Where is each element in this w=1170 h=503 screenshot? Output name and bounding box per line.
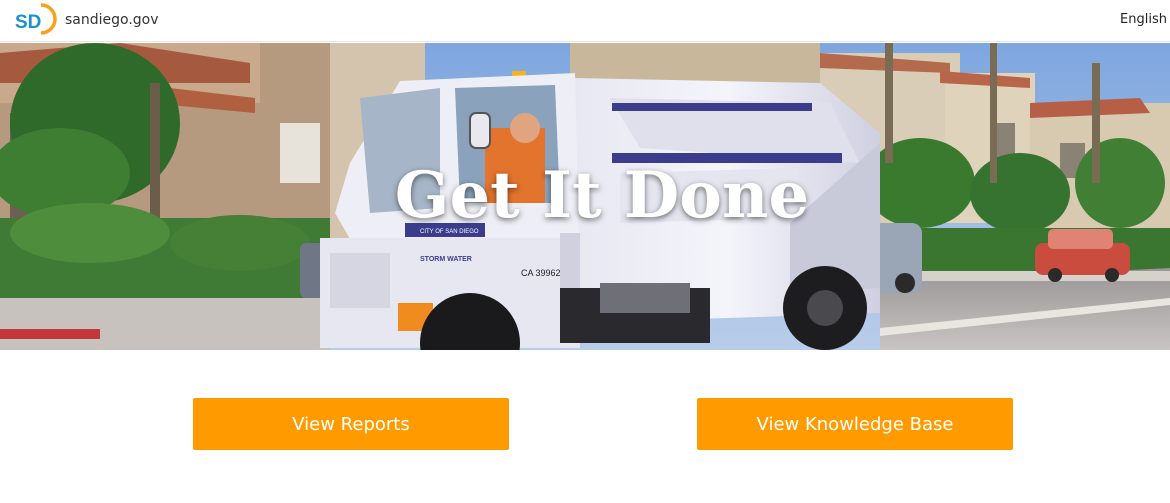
view-knowledge-base-button[interactable]: View Knowledge Base [697, 398, 1013, 450]
logo-text: SD [15, 12, 41, 33]
truck-plate-text: CA 39962 [521, 268, 561, 278]
site-name-link[interactable]: sandiego.gov [65, 12, 159, 28]
sd-logo[interactable]: SD [14, 3, 58, 35]
language-selector[interactable]: English [1120, 12, 1167, 27]
hero-title: Get It Done [394, 158, 810, 233]
truck-department-text: STORM WATER [420, 256, 472, 263]
view-reports-button[interactable]: View Reports [193, 398, 509, 450]
hero-banner: CITY OF SAN DIEGO STORM WATER CA 39962 G… [0, 43, 1170, 350]
top-navigation-bar: SD sandiego.gov English [0, 0, 1170, 42]
